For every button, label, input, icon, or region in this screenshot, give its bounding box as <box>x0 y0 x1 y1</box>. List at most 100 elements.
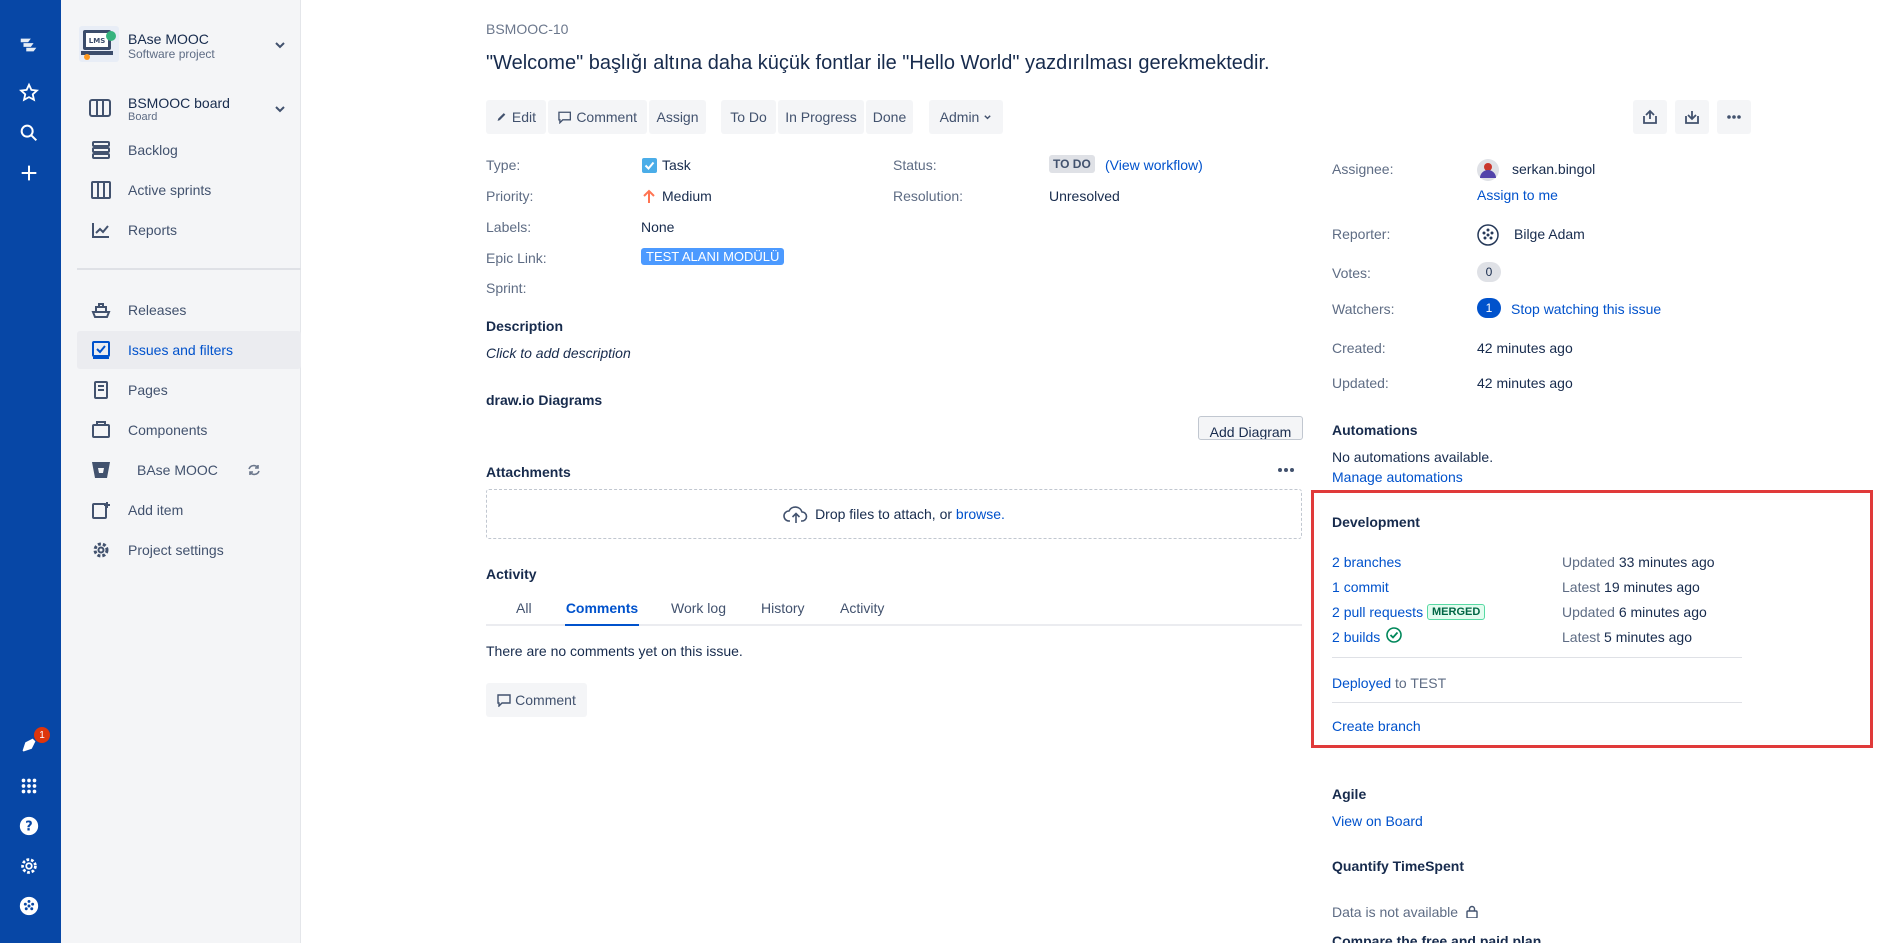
issue-title[interactable]: "Welcome" başlığı altına daha küçük font… <box>486 52 1270 75</box>
ship-icon <box>91 303 111 318</box>
project-header[interactable]: LMS BAse MOOC Software project <box>79 26 289 66</box>
jira-logo-icon[interactable] <box>15 31 43 59</box>
app-switcher-icon[interactable] <box>15 772 43 800</box>
comment-icon <box>558 111 572 124</box>
assign-to-me-link[interactable]: Assign to me <box>1477 187 1558 203</box>
lock-icon <box>1466 905 1478 919</box>
cloud-upload-icon <box>783 506 808 523</box>
votes-label: Votes: <box>1332 265 1371 281</box>
done-transition-button[interactable]: Done <box>866 100 913 134</box>
svg-text:?: ? <box>25 820 32 835</box>
gear-icon <box>93 542 109 558</box>
sidebar-item-label: Backlog <box>128 142 178 158</box>
sidebar-item-components[interactable]: Components <box>77 411 301 449</box>
chevron-down-icon[interactable] <box>273 102 287 116</box>
settings-gear-icon[interactable] <box>15 852 43 880</box>
download-icon <box>1685 111 1699 124</box>
profile-avatar-icon[interactable] <box>15 892 43 920</box>
reporter-name[interactable]: Bilge Adam <box>1514 226 1585 242</box>
created-label: Created: <box>1332 340 1386 356</box>
sidebar-item-add-item[interactable]: Add item <box>77 491 301 529</box>
sidebar-item-pages[interactable]: Pages <box>77 371 301 409</box>
development-highlight-box <box>1311 490 1873 748</box>
sidebar-item-project-settings[interactable]: Project settings <box>77 531 301 569</box>
attachments-heading: Attachments <box>486 464 571 480</box>
export-button[interactable] <box>1675 100 1709 134</box>
tab-activity[interactable]: Activity <box>840 600 884 626</box>
create-plus-icon[interactable] <box>15 159 43 187</box>
timespent-unavailable: Data is not available <box>1332 904 1478 920</box>
comment-button[interactable]: Comment <box>548 100 647 134</box>
star-icon[interactable] <box>15 79 43 107</box>
sidebar-item-reports[interactable]: Reports <box>77 211 301 249</box>
help-icon[interactable]: ? <box>15 812 43 840</box>
votes-count-badge[interactable]: 0 <box>1477 262 1501 282</box>
sidebar-item-label: Issues and filters <box>128 342 234 358</box>
add-diagram-button[interactable]: Add Diagram <box>1198 416 1303 440</box>
issue-key[interactable]: BSMOOC-10 <box>486 21 568 37</box>
assignee-name[interactable]: serkan.bingol <box>1512 161 1595 177</box>
attachment-dropzone[interactable]: Drop files to attach, or browse. <box>486 489 1302 539</box>
activity-heading: Activity <box>486 566 537 582</box>
admin-dropdown[interactable]: Admin <box>929 100 1003 134</box>
sidebar-item-issues-and-filters[interactable]: Issues and filters <box>77 331 301 369</box>
compare-plans-link[interactable]: Compare the free and paid plan <box>1332 933 1541 943</box>
sidebar-item-label: Pages <box>128 382 168 398</box>
board-switcher[interactable]: BSMOOC board Board <box>79 95 289 125</box>
edit-label: Edit <box>511 109 536 125</box>
watchers-count-badge[interactable]: 1 <box>1477 298 1501 318</box>
bitbucket-icon <box>92 462 110 478</box>
tab-work-log[interactable]: Work log <box>671 600 726 626</box>
sidebar-item-releases[interactable]: Releases <box>77 291 301 329</box>
comment-label: Comment <box>515 692 576 708</box>
tab-comments[interactable]: Comments <box>565 600 639 626</box>
updated-label: Updated: <box>1332 375 1389 391</box>
description-placeholder[interactable]: Click to add description <box>486 345 631 361</box>
resolution-label: Resolution: <box>893 188 964 204</box>
priority-medium-arrow-icon <box>643 189 655 203</box>
assign-button[interactable]: Assign <box>649 100 706 134</box>
sidebar-item-label: Reports <box>128 222 178 238</box>
todo-transition-button[interactable]: To Do <box>721 100 776 134</box>
more-dots-icon[interactable] <box>1276 463 1296 477</box>
manage-automations-link[interactable]: Manage automations <box>1332 469 1463 485</box>
sidebar-item-backlog[interactable]: Backlog <box>77 131 301 169</box>
sync-icon[interactable] <box>247 463 261 477</box>
created-value: 42 minutes ago <box>1477 340 1573 356</box>
view-workflow-link[interactable]: (View workflow) <box>1105 157 1203 173</box>
board-name: BSMOOC board <box>128 95 230 111</box>
sidebar-item-label: Releases <box>128 302 187 318</box>
chevron-down-icon[interactable] <box>273 38 287 52</box>
no-automations-text: No automations available. <box>1332 449 1494 465</box>
comment-icon <box>497 694 511 707</box>
activity-tabs: All Comments Work log History Activity <box>486 600 1302 626</box>
edit-button[interactable]: Edit <box>486 100 546 134</box>
priority-label: Priority: <box>486 188 534 204</box>
backlog-icon <box>92 141 110 159</box>
component-icon <box>92 421 110 438</box>
task-icon <box>642 158 657 173</box>
stop-watching-link[interactable]: Stop watching this issue <box>1511 301 1661 317</box>
more-actions-button[interactable] <box>1717 100 1751 134</box>
status-lozenge[interactable]: TO DO <box>1049 155 1095 173</box>
view-on-board-link[interactable]: View on Board <box>1332 813 1423 829</box>
type-value: Task <box>662 157 691 173</box>
status-label: Status: <box>893 157 937 173</box>
priority-value: Medium <box>662 188 712 204</box>
tab-history[interactable]: History <box>761 600 805 626</box>
in-progress-transition-button[interactable]: In Progress <box>778 100 864 134</box>
tab-all[interactable]: All <box>516 600 532 626</box>
sidebar-item-label: Project settings <box>128 542 224 558</box>
browse-link[interactable]: browse. <box>956 506 1005 522</box>
sidebar-item-active-sprints[interactable]: Active sprints <box>77 171 301 209</box>
epic-link-lozenge[interactable]: TEST ALANI MODÜLÜ <box>641 248 785 265</box>
share-button[interactable] <box>1633 100 1667 134</box>
chevron-down-icon <box>984 114 992 119</box>
add-comment-button[interactable]: Comment <box>486 683 587 717</box>
search-icon[interactable] <box>15 119 43 147</box>
svg-text:LMS: LMS <box>89 37 105 45</box>
sidebar-item-label: Components <box>128 422 208 438</box>
labels-value[interactable]: None <box>641 219 674 235</box>
agile-heading: Agile <box>1332 786 1367 802</box>
sidebar-item-bitbucket-repo[interactable]: BAse MOOC <box>77 451 301 489</box>
